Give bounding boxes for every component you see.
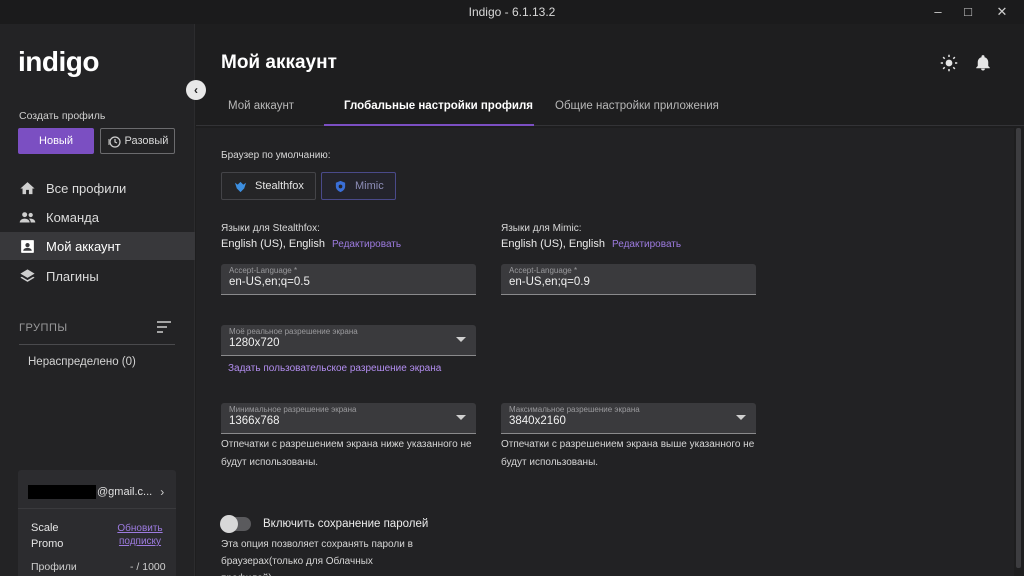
bell-icon[interactable] (974, 54, 992, 72)
minimize-icon[interactable]: – (928, 2, 948, 22)
plan-name: Scale Promo (31, 522, 64, 550)
browser-mimic-label: Mimic (355, 180, 384, 192)
chevron-right-icon: › (160, 485, 165, 499)
sidebar-item-label: Команда (46, 209, 99, 225)
title-bar: Indigo - 6.1.13.2 – □ ✕ (0, 0, 1024, 24)
card-divider (18, 508, 176, 509)
create-profile-label: Создать профиль (19, 110, 106, 122)
custom-resolution-link[interactable]: Задать пользовательское разрешение экран… (228, 363, 441, 374)
mimic-languages-label: Языки для Mimic: (501, 223, 582, 234)
active-tab-indicator (324, 124, 534, 126)
sidebar: indigo Создать профиль Новый Разовый Все… (0, 24, 195, 576)
dropdown-caret-icon (456, 337, 466, 342)
field-label: Максимальное разрешение экрана (509, 405, 640, 414)
mimic-accept-language-field[interactable]: Accept-Language * en-US,en;q=0.9 (501, 264, 756, 295)
stealthfox-languages-value: English (US), English (221, 238, 325, 250)
tab-bar: Мой аккаунт Глобальные настройки профиля… (196, 96, 1024, 126)
field-label: Accept-Language * (509, 266, 578, 275)
scrollbar[interactable] (1016, 128, 1021, 568)
maximize-icon[interactable]: □ (958, 2, 978, 22)
sidebar-item-label: Все профили (46, 180, 127, 196)
min-resolution-hint: Отпечатки с разрешением экрана ниже указ… (221, 436, 472, 472)
sidebar-item-my-account[interactable]: Мой аккаунт (0, 232, 195, 260)
password-saving-label: Включить сохранение паролей (263, 518, 429, 530)
tab-global-profile-settings[interactable]: Глобальные настройки профиля (342, 100, 535, 112)
page-title: Мой аккаунт (221, 52, 337, 73)
password-saving-toggle[interactable] (220, 515, 251, 533)
account-icon (21, 239, 34, 253)
field-label: Accept-Language * (229, 266, 298, 275)
stealthfox-languages-label: Языки для Stealthfox: (221, 223, 320, 234)
app-logo: indigo (18, 46, 99, 77)
hint-line: будут использованы. (501, 457, 599, 468)
profiles-label: Профили (31, 561, 77, 573)
browser-mimic-button[interactable]: Mimic (321, 172, 396, 200)
field-value: en-US,en;q=0.5 (229, 276, 310, 288)
field-value: 3840x2160 (509, 415, 566, 427)
email-redaction (28, 485, 96, 499)
field-value: en-US,en;q=0.9 (509, 276, 590, 288)
account-email-row[interactable]: @gmail.c... › (28, 484, 168, 500)
layers-icon (20, 268, 35, 282)
hint-line: Отпечатки с разрешением экрана ниже указ… (221, 439, 472, 450)
sidebar-item-plugins[interactable]: Плагины (0, 262, 195, 290)
sidebar-item-label: Плагины (46, 268, 99, 284)
browser-stealthfox-button[interactable]: Stealthfox (221, 172, 316, 200)
hint-line: Отпечатки с разрешением экрана выше указ… (501, 439, 755, 450)
account-email: @gmail.c... (97, 486, 153, 498)
mimic-languages-edit-link[interactable]: Редактировать (612, 239, 681, 250)
hint-line: Эта опция позволяет сохранять пароли в (221, 539, 413, 550)
mimic-languages-value: English (US), English (501, 238, 605, 250)
sort-icon[interactable] (156, 320, 172, 334)
account-card: @gmail.c... › Scale Promo Обновить подпи… (18, 470, 176, 576)
mimic-icon (335, 180, 346, 192)
one-time-profile-label: Разовый (124, 135, 169, 147)
sidebar-item-label: Мой аккаунт (46, 238, 121, 254)
dropdown-caret-icon (736, 415, 746, 420)
real-resolution-select[interactable]: Моё реальное разрешение экрана 1280x720 (221, 325, 476, 356)
groups-heading: ГРУППЫ (19, 322, 68, 334)
home-icon (20, 181, 35, 194)
group-item-unassigned[interactable]: Нераспределено (0) (28, 356, 136, 368)
update-subscription-link[interactable]: Обновить подписку (114, 522, 166, 548)
toggle-knob (220, 515, 238, 533)
one-time-profile-button[interactable]: Разовый (100, 128, 175, 154)
field-label: Минимальное разрешение экрана (229, 405, 357, 414)
main-panel: Мой аккаунт Мой аккаунт Глобальные настр… (196, 24, 1024, 576)
tab-my-account[interactable]: Мой аккаунт (226, 100, 296, 112)
field-value: 1366x768 (229, 415, 280, 427)
field-label: Моё реальное разрешение экрана (229, 327, 358, 336)
field-value: 1280x720 (229, 337, 280, 349)
window-title: Indigo - 6.1.13.2 (468, 5, 556, 19)
collapse-sidebar-button[interactable]: ‹ (186, 80, 206, 100)
tab-app-settings[interactable]: Общие настройки приложения (553, 100, 721, 112)
profiles-count: - / 1000 (130, 561, 166, 573)
hint-line: браузерах(только для Облачных профилей). (221, 556, 373, 576)
default-browser-label: Браузер по умолчанию: (221, 150, 331, 161)
stealthfox-accept-language-field[interactable]: Accept-Language * en-US,en;q=0.5 (221, 264, 476, 295)
close-icon[interactable]: ✕ (992, 2, 1012, 22)
sidebar-item-team[interactable]: Команда (0, 203, 195, 231)
team-icon (19, 211, 36, 222)
groups-divider (19, 344, 175, 345)
password-saving-hint: Эта опция позволяет сохранять пароли в б… (221, 536, 421, 576)
max-resolution-select[interactable]: Максимальное разрешение экрана 3840x2160 (501, 403, 756, 434)
sun-icon[interactable] (940, 54, 958, 72)
stealthfox-icon (234, 181, 247, 192)
sidebar-item-all-profiles[interactable]: Все профили (0, 174, 195, 202)
browser-stealthfox-label: Stealthfox (255, 180, 304, 192)
new-profile-button[interactable]: Новый (18, 128, 94, 154)
timer-icon (107, 136, 121, 148)
max-resolution-hint: Отпечатки с разрешением экрана выше указ… (501, 436, 754, 472)
dropdown-caret-icon (456, 415, 466, 420)
min-resolution-select[interactable]: Минимальное разрешение экрана 1366x768 (221, 403, 476, 434)
hint-line: будут использованы. (221, 457, 319, 468)
stealthfox-languages-edit-link[interactable]: Редактировать (332, 239, 401, 250)
